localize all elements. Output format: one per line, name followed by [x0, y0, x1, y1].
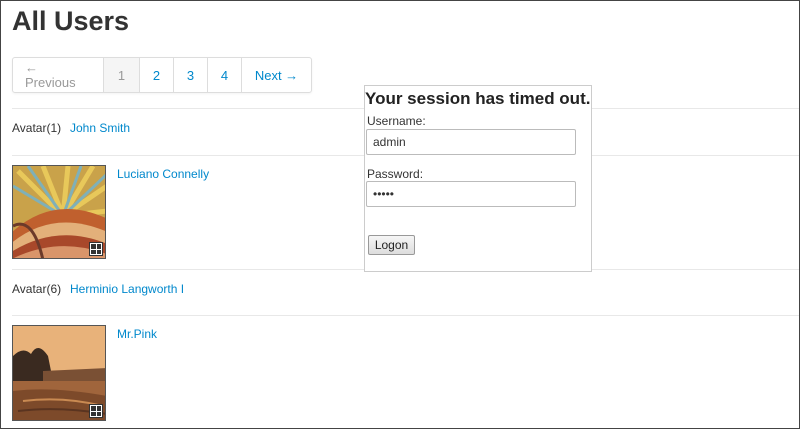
user-link-mr-pink[interactable]: Mr.Pink — [117, 327, 157, 341]
user-link-luciano-connelly[interactable]: Luciano Connelly — [117, 167, 209, 181]
password-field[interactable] — [366, 181, 576, 207]
username-field[interactable] — [366, 129, 576, 155]
expand-icon[interactable] — [89, 242, 103, 256]
password-label: Password: — [367, 167, 424, 181]
session-timeout-dialog: Your session has timed out. Username: Pa… — [364, 85, 592, 272]
avatar-image[interactable] — [12, 325, 106, 421]
pagination-page-2[interactable]: 2 — [139, 58, 173, 92]
pagination: ← Previous 1 2 3 4 Next → — [12, 57, 312, 93]
avatar-placeholder-label: Avatar(6) — [12, 282, 62, 296]
username-label: Username: — [367, 114, 426, 128]
pagination-page-1[interactable]: 1 — [103, 58, 139, 92]
pagination-page-4[interactable]: 4 — [207, 58, 241, 92]
pagination-previous[interactable]: ← Previous — [13, 58, 103, 92]
logon-button[interactable]: Logon — [368, 235, 415, 255]
pagination-next[interactable]: Next → — [241, 58, 311, 92]
expand-icon[interactable] — [89, 404, 103, 418]
session-timeout-message: Your session has timed out. — [365, 89, 591, 108]
page-title: All Users — [12, 6, 130, 36]
avatar-placeholder-label: Avatar(1) — [12, 121, 62, 135]
row-divider — [12, 315, 800, 316]
avatar-image[interactable] — [12, 165, 106, 259]
pagination-page-3[interactable]: 3 — [173, 58, 207, 92]
user-link-john-smith[interactable]: John Smith — [70, 121, 130, 135]
user-link-herminio-langworth[interactable]: Herminio Langworth I — [70, 282, 184, 296]
